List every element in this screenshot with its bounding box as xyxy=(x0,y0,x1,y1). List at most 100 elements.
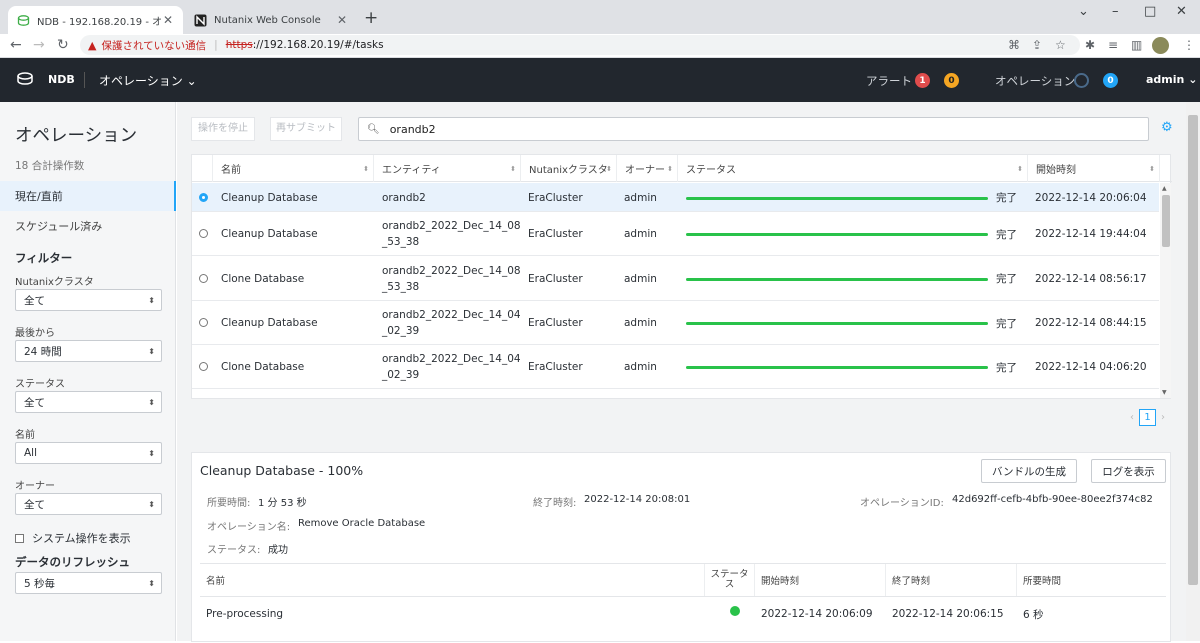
table-row[interactable]: Cleanup Database orandb2_2022_Dec_14_04_0… xyxy=(192,301,1159,345)
page-number[interactable]: 1 xyxy=(1139,409,1156,426)
security-warning[interactable]: 保護されていない通信 xyxy=(101,38,206,53)
select-value: 5 秒毎 xyxy=(24,577,56,590)
side-panel-icon[interactable]: ▥ xyxy=(1131,38,1142,52)
checkbox-box[interactable] xyxy=(15,533,24,543)
filter-period-select[interactable]: 24 時間 ⬍ xyxy=(15,340,162,362)
cell-name[interactable]: Clone Database xyxy=(221,256,304,301)
browser-tab-ndb[interactable]: NDB - 192.168.20.19 - オペレーショ ✕ xyxy=(8,6,183,34)
sort-icon[interactable]: ⬍ xyxy=(510,165,516,173)
operations-menu[interactable]: オペレーション ⌄ xyxy=(99,72,197,89)
row-select-radio[interactable] xyxy=(199,362,208,371)
column-header-status[interactable]: ステータス ⬍ xyxy=(678,155,1028,182)
cell-name[interactable]: Cleanup Database xyxy=(221,212,318,256)
cell-owner: admin xyxy=(624,191,657,204)
sidebar-item-current[interactable]: 現在/直前 xyxy=(0,181,176,211)
url-field[interactable]: ▲ 保護されていない通信 | https ://192.168.20.19/#/… xyxy=(80,35,1080,55)
operations-label[interactable]: オペレーション xyxy=(995,73,1075,89)
url-protocol: https xyxy=(225,39,253,51)
scroll-down-icon[interactable]: ▼ xyxy=(1162,389,1167,396)
operations-count-badge[interactable]: 0 xyxy=(1103,73,1118,88)
back-icon[interactable]: ← xyxy=(10,37,22,53)
cell-start-time: 2022-12-14 08:56:17 xyxy=(1035,272,1147,285)
sidebar-item-scheduled[interactable]: スケジュール済み xyxy=(0,211,176,241)
generate-bundle-button[interactable]: バンドルの生成 xyxy=(981,459,1077,483)
stop-operation-button[interactable]: 操作を停止 xyxy=(191,117,255,141)
close-tab-icon[interactable]: ✕ xyxy=(335,13,349,27)
row-select-radio[interactable] xyxy=(199,192,208,202)
operations-total-count: 18 合計操作数 xyxy=(15,160,85,172)
app-name[interactable]: NDB xyxy=(48,73,75,86)
table-row[interactable]: Clone Database orandb2_2022_Dec_14_04_02_… xyxy=(192,345,1159,389)
cell-name[interactable]: Clone Database xyxy=(221,345,304,389)
share-icon[interactable]: ⇪ xyxy=(1032,38,1042,52)
column-header-name[interactable]: 名前 ⬍ xyxy=(213,155,374,182)
reload-icon[interactable]: ↻ xyxy=(57,37,69,53)
cell-status: 完了 xyxy=(996,192,1017,204)
show-log-button[interactable]: ログを表示 xyxy=(1091,459,1166,483)
sort-icon[interactable]: ⬍ xyxy=(606,165,612,173)
extensions-icon[interactable]: ✱ xyxy=(1085,38,1095,52)
sort-icon[interactable]: ⬍ xyxy=(667,165,673,173)
table-row[interactable]: Cleanup Database orandb2_2022_Dec_14_08_5… xyxy=(192,212,1159,256)
translate-icon[interactable]: ⌘ xyxy=(1008,38,1020,52)
refresh-interval-select[interactable]: 5 秒毎 ⬍ xyxy=(15,572,162,594)
alerts-label[interactable]: アラート xyxy=(866,73,912,89)
table-row[interactable]: Clone Database orandb2_2022_Dec_14_08_53_… xyxy=(192,256,1159,301)
window-close-icon[interactable]: ✕ xyxy=(1176,4,1187,19)
system-ops-checkbox[interactable]: システム操作を表示 xyxy=(15,530,131,546)
gear-icon[interactable]: ⚙ xyxy=(1161,120,1173,135)
cell-name[interactable]: Cleanup Database xyxy=(221,183,318,212)
cell-entity[interactable]: orandb2_2022_Dec_14_04_02_39 xyxy=(382,301,522,345)
tab-search-icon[interactable]: ⌄ xyxy=(1078,4,1089,19)
critical-alert-badge[interactable]: 1 xyxy=(915,73,930,88)
cell-name[interactable]: Cleanup Database xyxy=(221,301,318,345)
step-header-name: 名前 xyxy=(200,564,705,596)
cell-cluster: EraCluster xyxy=(528,272,583,285)
sort-icon[interactable]: ⬍ xyxy=(1149,165,1155,173)
page-title: オペレーション xyxy=(15,126,138,146)
next-page-icon[interactable]: › xyxy=(1161,412,1165,423)
reading-list-icon[interactable]: ≡ xyxy=(1108,38,1118,52)
warning-alert-badge[interactable]: 0 xyxy=(944,73,959,88)
forward-icon[interactable]: → xyxy=(33,37,45,53)
row-select-radio[interactable] xyxy=(199,273,208,283)
column-header-label: エンティティ xyxy=(382,165,441,176)
user-menu[interactable]: admin ⌄ xyxy=(1146,73,1197,86)
sort-icon[interactable]: ⬍ xyxy=(363,165,369,173)
row-select-radio[interactable] xyxy=(199,229,208,238)
minimize-icon[interactable]: – xyxy=(1112,4,1119,19)
ndb-favicon-icon xyxy=(16,13,30,27)
cell-entity[interactable]: orandb2_2022_Dec_14_08_53_38 xyxy=(382,212,522,256)
resubmit-button[interactable]: 再サブミット xyxy=(270,117,342,141)
filter-cluster-select[interactable]: 全て ⬍ xyxy=(15,289,162,311)
browser-tab-nutanix[interactable]: Nutanix Web Console ✕ xyxy=(185,6,357,34)
maximize-icon[interactable]: □ xyxy=(1144,4,1156,19)
scroll-up-icon[interactable]: ▲ xyxy=(1162,185,1167,192)
column-header-cluster[interactable]: Nutanixクラスタ ⬍ xyxy=(521,155,617,182)
bookmark-star-icon[interactable]: ☆ xyxy=(1055,38,1066,52)
filter-owner-select[interactable]: 全て ⬍ xyxy=(15,493,162,515)
prev-page-icon[interactable]: ‹ xyxy=(1130,412,1134,423)
cell-entity[interactable]: orandb2_2022_Dec_14_04_02_39 xyxy=(382,345,522,389)
new-tab-icon[interactable]: + xyxy=(364,8,378,28)
profile-avatar[interactable] xyxy=(1152,37,1169,54)
filter-status-select[interactable]: 全て ⬍ xyxy=(15,391,162,413)
ndb-logo-icon[interactable] xyxy=(16,71,34,90)
close-tab-icon[interactable]: ✕ xyxy=(161,13,175,27)
search-input[interactable]: 🔍︎ orandb2 xyxy=(358,117,1149,141)
cell-entity[interactable]: orandb2_2022_Dec_14_08_53_38 xyxy=(382,256,522,301)
step-header-end: 終了時刻 xyxy=(886,564,1017,596)
page-scrollbar-thumb[interactable] xyxy=(1188,115,1198,585)
browser-menu-icon[interactable]: ⋮ xyxy=(1183,38,1195,52)
column-header-entity[interactable]: エンティティ ⬍ xyxy=(374,155,521,182)
cell-entity[interactable]: orandb2 xyxy=(382,183,522,212)
sort-icon[interactable]: ⬍ xyxy=(1017,165,1023,173)
row-select-radio[interactable] xyxy=(199,318,208,327)
column-header-owner[interactable]: オーナー ⬍ xyxy=(617,155,678,182)
cell-owner: admin xyxy=(624,228,657,240)
step-name: Pre-processing xyxy=(206,608,284,620)
table-scrollbar-thumb[interactable] xyxy=(1162,195,1170,247)
column-header-start-time[interactable]: 開始時刻 ⬍ xyxy=(1028,155,1160,182)
filter-name-select[interactable]: All ⬍ xyxy=(15,442,162,464)
table-row[interactable]: Cleanup Database orandb2 EraCluster admin 完了… xyxy=(192,183,1159,212)
